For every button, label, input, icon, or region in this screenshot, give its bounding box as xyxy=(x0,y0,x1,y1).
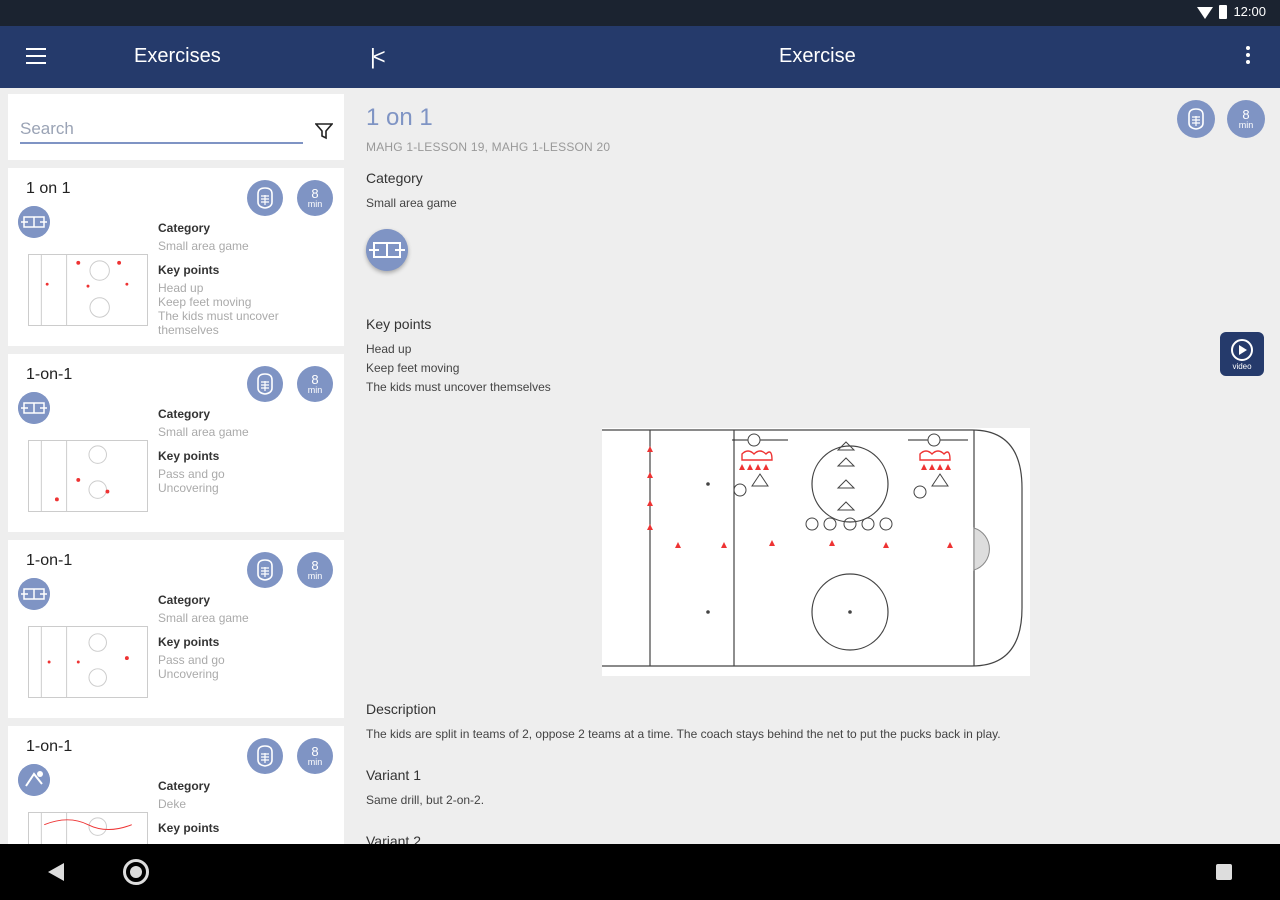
collapse-panel-icon[interactable]: |< xyxy=(370,44,385,70)
category-label: Category xyxy=(158,593,211,607)
exercise-card[interactable]: 1-on-1 8 min Category Deke Key points xyxy=(8,726,344,844)
description-heading: Description xyxy=(366,701,437,717)
key-points-value: Head up Keep feet moving The kids must u… xyxy=(158,281,279,337)
small-area-game-icon xyxy=(18,206,50,238)
category-value: Deke xyxy=(158,797,187,811)
home-icon[interactable] xyxy=(123,859,149,885)
goalie-helmet-icon xyxy=(1177,100,1215,138)
video-button[interactable]: video xyxy=(1220,332,1264,376)
category-label: Category xyxy=(158,407,211,421)
exercise-card[interactable]: 1 on 1 8 min Category Small area game Ke… xyxy=(8,168,344,346)
variant1-text: Same drill, but 2-on-2. xyxy=(366,793,485,807)
search-input[interactable] xyxy=(20,116,303,144)
small-area-game-icon xyxy=(18,392,50,424)
wifi-icon xyxy=(1197,6,1214,19)
status-time: 12:00 xyxy=(1233,4,1266,19)
duration-badge: 8 min xyxy=(297,552,333,588)
exercise-card-title: 1-on-1 xyxy=(26,738,73,755)
exercise-thumbnail xyxy=(28,812,148,844)
exercise-detail-pane: 1 on 1 MAHG 1-LESSON 19, MAHG 1-LESSON 2… xyxy=(352,88,1280,844)
key-points-label: Key points xyxy=(158,449,220,463)
variant1-heading: Variant 1 xyxy=(366,767,421,783)
more-options-icon[interactable] xyxy=(1240,46,1256,68)
filter-icon[interactable] xyxy=(315,122,333,140)
small-area-game-icon xyxy=(18,578,50,610)
rink-diagram xyxy=(602,428,1030,676)
play-icon xyxy=(1231,338,1253,361)
status-icons: 12:00 xyxy=(1197,4,1266,19)
key-points-label: Key points xyxy=(158,263,220,277)
exercise-card[interactable]: 1-on-1 8 min Category Small area game Ke… xyxy=(8,540,344,718)
category-value: Small area game xyxy=(158,425,249,439)
duration-badge: 8 min xyxy=(1227,100,1265,138)
goalie-helmet-icon xyxy=(247,738,283,774)
duration-unit: min xyxy=(1238,120,1254,130)
status-bar: 12:00 xyxy=(0,0,1280,26)
exercise-title: Exercise xyxy=(779,45,856,67)
duration-badge: 8 min xyxy=(297,366,333,402)
exercise-list-pane: 1 on 1 8 min Category Small area game Ke… xyxy=(0,88,352,844)
category-label: Category xyxy=(158,221,211,235)
category-value: Small area game xyxy=(158,611,249,625)
duration-unit: min xyxy=(307,757,323,767)
duration-badge: 8 min xyxy=(297,738,333,774)
duration-unit: min xyxy=(307,385,323,395)
category-label: Category xyxy=(158,779,211,793)
exercise-thumbnail xyxy=(28,440,148,512)
exercise-card[interactable]: 1-on-1 8 min Category Small area game Ke… xyxy=(8,354,344,532)
duration-unit: min xyxy=(307,571,323,581)
key-points-label: Key points xyxy=(158,635,220,649)
category-heading: Category xyxy=(366,170,423,186)
key-points-value: Head up Keep feet moving The kids must u… xyxy=(366,342,551,394)
key-points-label: Key points xyxy=(158,821,220,835)
search-card xyxy=(8,94,344,160)
app-bar: Exercises |< Exercise xyxy=(0,26,1280,88)
recent-apps-icon[interactable] xyxy=(1216,864,1232,880)
exercise-card-title: 1-on-1 xyxy=(26,366,73,383)
exercise-card-title: 1-on-1 xyxy=(26,552,73,569)
exercise-name: 1 on 1 xyxy=(366,104,433,131)
system-nav-bar xyxy=(0,844,1280,900)
exercise-thumbnail xyxy=(28,626,148,698)
lessons-text: MAHG 1-LESSON 19, MAHG 1-LESSON 20 xyxy=(366,140,611,154)
duration-unit: min xyxy=(307,199,323,209)
battery-icon xyxy=(1219,4,1228,19)
goalie-helmet-icon xyxy=(247,366,283,402)
small-area-game-icon xyxy=(366,229,408,271)
exercises-title: Exercises xyxy=(134,45,221,67)
key-points-value: Pass and go Uncovering xyxy=(158,653,225,681)
menu-icon[interactable] xyxy=(26,48,46,64)
goalie-helmet-icon xyxy=(247,552,283,588)
key-points-value: Pass and go Uncovering xyxy=(158,467,225,495)
key-points-heading: Key points xyxy=(366,316,432,332)
video-label: video xyxy=(1232,361,1252,371)
back-icon[interactable] xyxy=(48,863,64,881)
goalie-helmet-icon xyxy=(247,180,283,216)
description-text: The kids are split in teams of 2, oppose… xyxy=(366,727,1001,741)
deke-icon xyxy=(18,764,50,796)
duration-badge: 8 min xyxy=(297,180,333,216)
exercise-card-title: 1 on 1 xyxy=(26,180,71,197)
category-value: Small area game xyxy=(158,239,249,253)
variant2-heading: Variant 2 xyxy=(366,833,421,844)
exercise-thumbnail xyxy=(28,254,148,326)
category-value: Small area game xyxy=(366,196,457,210)
